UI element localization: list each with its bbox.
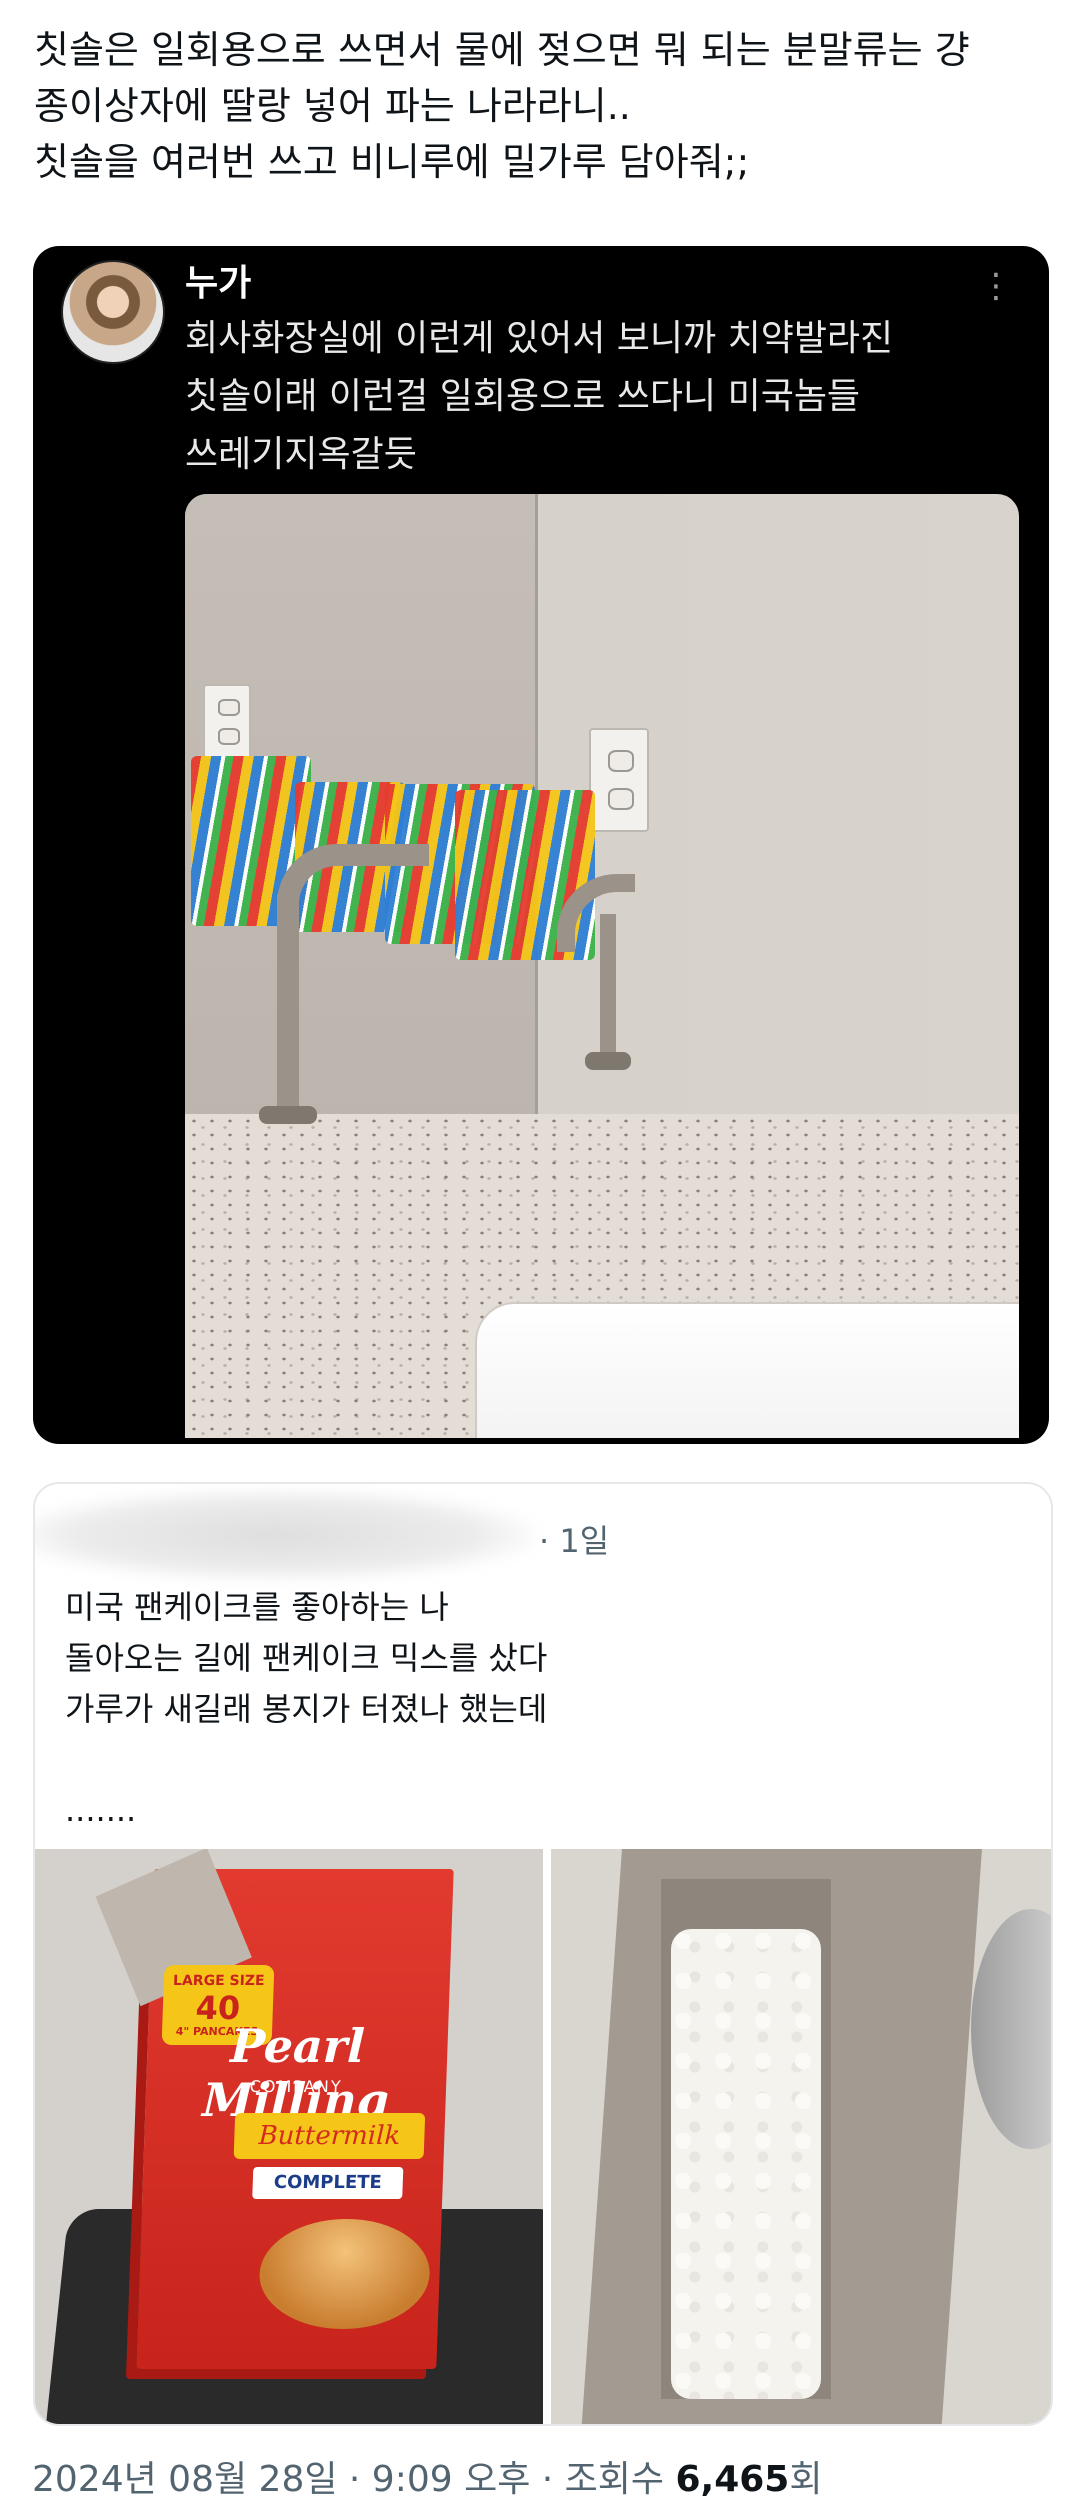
- pancake-box-photo[interactable]: LARGE SIZE 40 4" PANCAKES Pearl Milling …: [35, 1849, 543, 2424]
- wall-outlet: [589, 728, 649, 832]
- more-icon[interactable]: ⋮: [979, 266, 1013, 306]
- view-suffix: 회: [789, 2459, 823, 2500]
- wall-outlet: [203, 684, 251, 760]
- embedded-post-body: 미국 팬케이크를 좋아하는 나 돌아오는 길에 팬케이크 믹스를 샀다 가루가 …: [65, 1582, 1015, 1836]
- pancake-stack-image: [257, 2219, 432, 2329]
- main-post-text: 칫솔은 일회용으로 쓰면서 물에 젖으면 뭐 되는 분말류는 걍 종이상자에 딸…: [34, 22, 1054, 190]
- quoted-line: 칫솔이래 이런걸 일회용으로 쓰다니 미국놈들: [185, 376, 861, 417]
- pancake-mix-box: LARGE SIZE 40 4" PANCAKES Pearl Milling …: [95, 1849, 454, 2369]
- post-line: 돌아오는 길에 팬케이크 믹스를 샀다: [65, 1639, 548, 1677]
- quoted-line: 회사화장실에 이런게 있어서 보니까 치약발라진: [185, 318, 894, 359]
- box-company: COMPANY: [249, 2077, 343, 2096]
- faucet-stem: [600, 914, 616, 1064]
- main-text-line: 칫솔은 일회용으로 쓰면서 물에 젖으면 뭐 되는 분말류는 걍: [34, 28, 970, 72]
- faucet-base: [585, 1052, 631, 1070]
- post-ellipsis: .......: [65, 1791, 137, 1829]
- box-flavor: Buttermilk: [233, 2113, 426, 2159]
- main-text-line: 칫솔을 여러번 쓰고 비니루에 밀가루 담아줘;;: [34, 140, 750, 184]
- post-date[interactable]: 2024년 08월 28일 · 9:09 오후 · 조회수: [32, 2459, 675, 2500]
- post-line: 미국 팬케이크를 좋아하는 나: [65, 1588, 449, 1626]
- quoted-post-card[interactable]: 누가 ⋮ 회사화장실에 이런게 있어서 보니까 치약발라진 칫솔이래 이런걸 일…: [33, 246, 1049, 1444]
- post-line: 가루가 새길래 봉지가 터졌나 했는데: [65, 1690, 548, 1728]
- faucet-stem: [277, 894, 299, 1114]
- blurred-username: [35, 1490, 535, 1580]
- box-brand: Pearl Milling: [201, 2019, 390, 2127]
- author-name[interactable]: 누가: [185, 254, 251, 306]
- toothbrush-photo[interactable]: [185, 494, 1019, 1438]
- faucet-base: [259, 1106, 317, 1124]
- loose-flour: [671, 1929, 821, 2399]
- metal-bowl: [971, 1909, 1051, 2149]
- avatar[interactable]: [61, 260, 165, 364]
- faucet: [277, 844, 429, 956]
- sink-basin: [475, 1302, 1019, 1438]
- flour-box-photo[interactable]: [551, 1849, 1051, 2424]
- post-time[interactable]: · 1일: [539, 1516, 609, 1562]
- embedded-post-card[interactable]: · 1일 미국 팬케이크를 좋아하는 나 돌아오는 길에 팬케이크 믹스를 샀다…: [33, 1482, 1053, 2426]
- quoted-line: 쓰레기지옥갈듯: [185, 434, 417, 475]
- quoted-post-body: 회사화장실에 이런게 있어서 보니까 치약발라진 칫솔이래 이런걸 일회용으로 …: [185, 310, 1025, 484]
- post-meta: 2024년 08월 28일 · 9:09 오후 · 조회수 6,465회: [32, 2450, 822, 2502]
- view-count: 6,465: [675, 2459, 790, 2500]
- box-complete: COMPLETE: [252, 2167, 404, 2199]
- main-text-line: 종이상자에 딸랑 넣어 파는 나라라니..: [34, 84, 631, 128]
